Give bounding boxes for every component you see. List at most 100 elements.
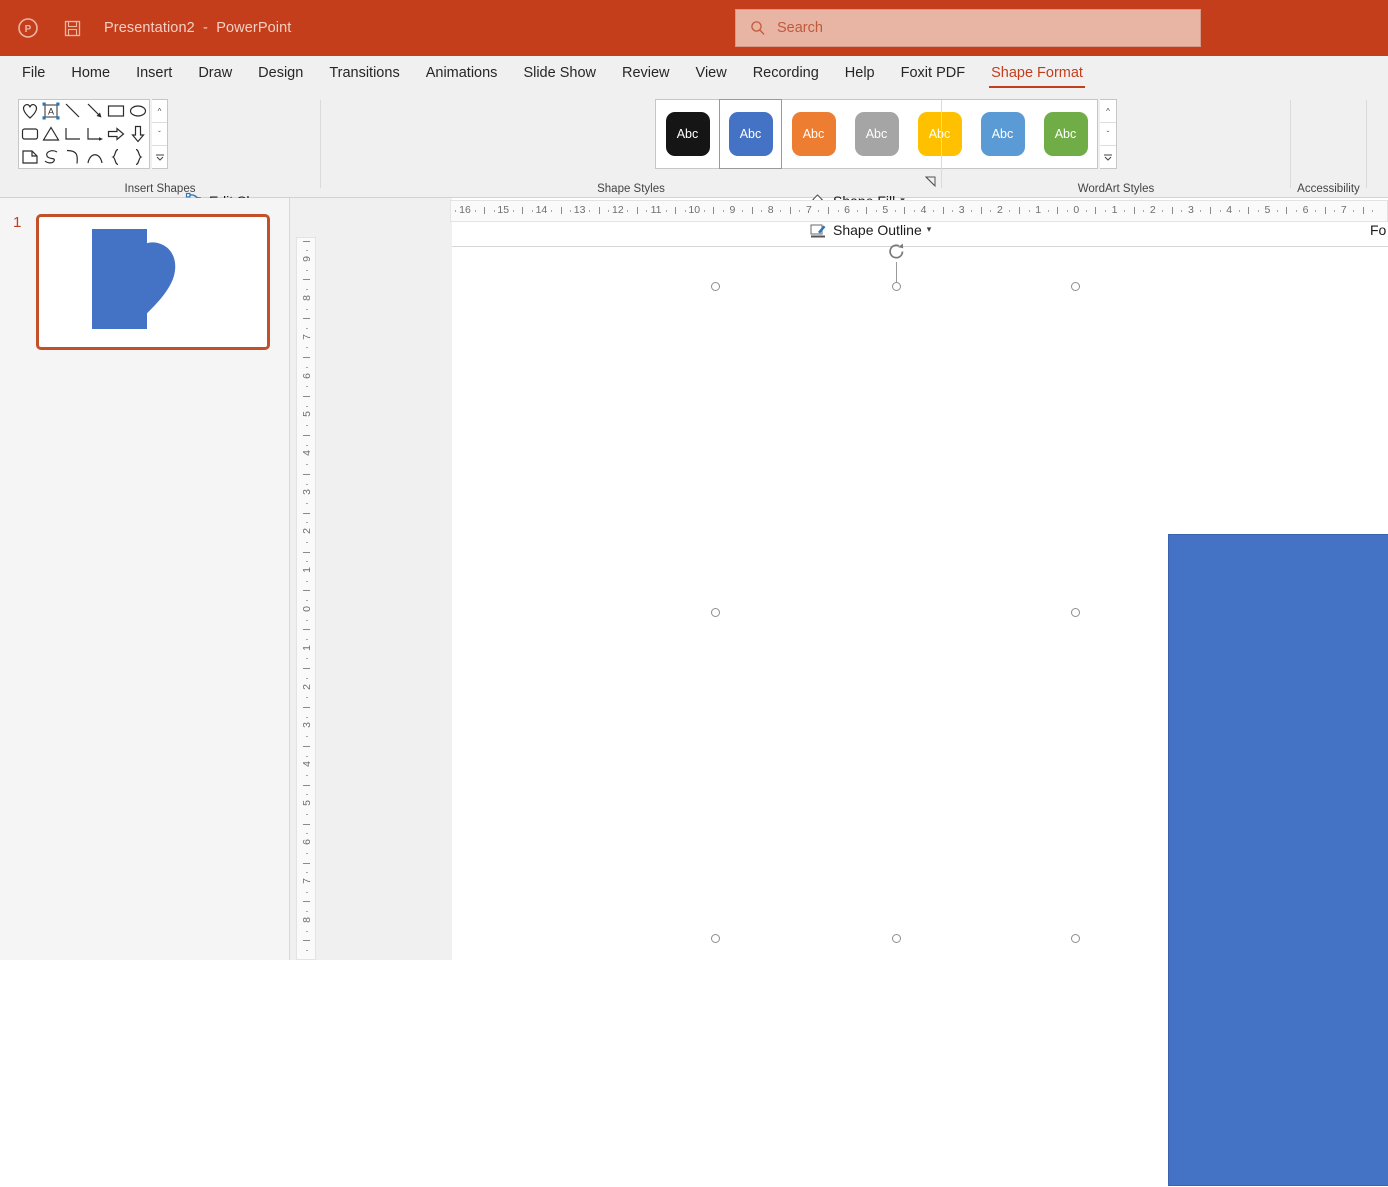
ruler-minor-mark xyxy=(1200,210,1202,212)
ruler-minor-mark xyxy=(589,210,591,212)
ruler-minor-mark xyxy=(875,210,877,212)
curve-shape-icon[interactable] xyxy=(63,147,84,167)
svg-text:A: A xyxy=(48,107,54,117)
down-arrow-shape-icon[interactable] xyxy=(128,124,149,144)
shape-outline-button[interactable]: Shape Outline ▾ xyxy=(808,220,931,239)
vruler-mark xyxy=(303,357,310,359)
elbow-connector-shape-icon[interactable] xyxy=(63,124,84,144)
vruler-mark xyxy=(303,901,310,903)
search-icon xyxy=(750,20,766,36)
selection-handle-middle-left[interactable] xyxy=(711,608,720,617)
elbow-arrow-connector-shape-icon[interactable] xyxy=(84,124,105,144)
search-placeholder: Search xyxy=(777,20,823,36)
ruler-mark xyxy=(1324,207,1326,214)
tab-transitions[interactable]: Transitions xyxy=(329,65,399,83)
insert-shapes-scrollbar[interactable]: ^ ˇ xyxy=(152,99,168,169)
horizontal-ruler[interactable]: 16 15 14 13 12 11 10 9 8 7 6 5 4 3 2 1 0 1 2 3 4 5 6 7 xyxy=(450,200,1388,222)
rectangle-shape[interactable] xyxy=(1168,534,1388,1186)
ruler-minor-mark xyxy=(608,210,610,212)
scribble-shape-icon[interactable] xyxy=(41,147,62,167)
ruler-minor-mark xyxy=(1009,210,1011,212)
tab-insert[interactable]: Insert xyxy=(136,65,172,83)
tab-help[interactable]: Help xyxy=(845,65,875,83)
ruler-tick-label: 5 xyxy=(1264,204,1271,216)
vruler-minor-mark xyxy=(306,522,308,524)
vertical-ruler[interactable]: 9 8 7 6 5 4 3 2 1 0 1 2 3 4 5 6 7 8 xyxy=(296,237,316,960)
shapes-scroll-up-button[interactable]: ^ xyxy=(152,100,167,123)
vruler-tick-label: 7 xyxy=(301,878,313,884)
shape-style-style-black[interactable]: Abc xyxy=(656,99,719,169)
vruler-tick-label: 4 xyxy=(301,761,313,768)
tab-recording[interactable]: Recording xyxy=(753,65,819,83)
tab-shape-format[interactable]: Shape Format xyxy=(989,65,1085,88)
right-brace-shape-icon[interactable] xyxy=(128,147,149,167)
vruler-mark xyxy=(303,862,310,864)
line-shape-icon[interactable] xyxy=(63,101,84,121)
selection-handle-bottom-center[interactable] xyxy=(892,934,901,943)
shape-style-swatch-label: Abc xyxy=(854,112,899,156)
slide-canvas[interactable] xyxy=(452,246,1388,1186)
right-arrow-shape-icon[interactable] xyxy=(106,124,127,144)
vruler-mark xyxy=(303,279,310,281)
shape-style-style-orange[interactable]: Abc xyxy=(782,99,845,169)
text-box-shape-icon[interactable]: A xyxy=(41,101,62,121)
insert-shapes-gallery[interactable]: A xyxy=(18,99,150,169)
vruler-mark xyxy=(303,590,310,592)
ruler-mark xyxy=(827,207,829,214)
selection-handle-top-right[interactable] xyxy=(1071,282,1080,291)
ruler-minor-mark xyxy=(856,210,858,212)
ruler-tick-label: 3 xyxy=(1188,204,1194,216)
tab-review[interactable]: Review xyxy=(622,65,670,83)
line-arrow-shape-icon[interactable] xyxy=(84,101,105,121)
triangle-shape-icon[interactable] xyxy=(41,124,62,144)
search-box[interactable]: Search xyxy=(735,9,1201,47)
slide-thumbnail-1[interactable] xyxy=(36,214,270,350)
vruler-minor-mark xyxy=(306,891,308,893)
vruler-minor-mark xyxy=(306,425,308,427)
vruler-minor-mark xyxy=(306,600,308,602)
oval-shape-icon[interactable] xyxy=(128,101,149,121)
rectangle-shape-icon[interactable] xyxy=(106,101,127,121)
tab-animations[interactable]: Animations xyxy=(426,65,498,83)
arc-shape-icon[interactable] xyxy=(84,147,105,167)
folded-corner-shape-icon[interactable] xyxy=(19,147,40,167)
vruler-mark xyxy=(303,473,310,475)
tab-file[interactable]: File xyxy=(22,65,45,83)
ruler-minor-mark xyxy=(1085,210,1087,212)
shapes-more-button[interactable] xyxy=(152,146,167,168)
rotation-handle-icon[interactable] xyxy=(886,241,907,262)
shapes-scroll-down-button[interactable]: ˇ xyxy=(152,123,167,146)
ruler-tick-label: 16 xyxy=(459,204,471,216)
shape-style-style-blue[interactable]: Abc xyxy=(719,99,782,169)
accessibility-group-label: Accessibility xyxy=(1297,183,1360,195)
heart-shape-icon[interactable] xyxy=(19,101,40,121)
ruler-tick-label: 7 xyxy=(1340,204,1347,216)
ruler-mark xyxy=(598,207,600,214)
tab-view[interactable]: View xyxy=(696,65,727,83)
save-floppy-icon[interactable] xyxy=(62,18,82,38)
ruler-tick-label: 6 xyxy=(844,204,850,216)
ruler-tick-label: 12 xyxy=(611,204,624,216)
vruler-minor-mark xyxy=(306,619,308,621)
vruler-mark xyxy=(303,551,310,553)
vruler-tick-label: 2 xyxy=(301,683,313,690)
ruler-tick-label: 2 xyxy=(996,204,1003,216)
selection-handle-middle-right[interactable] xyxy=(1071,608,1080,617)
tab-foxit-pdf[interactable]: Foxit PDF xyxy=(901,65,965,83)
ruler-minor-mark xyxy=(1143,210,1145,212)
selection-handle-bottom-left[interactable] xyxy=(711,934,720,943)
tab-slide-show[interactable]: Slide Show xyxy=(523,65,596,83)
selection-handle-top-left[interactable] xyxy=(711,282,720,291)
tab-design[interactable]: Design xyxy=(258,65,303,83)
ruler-tick-label: 1 xyxy=(1035,204,1042,216)
selection-handle-top-center[interactable] xyxy=(892,282,901,291)
shape-style-style-gray[interactable]: Abc xyxy=(845,99,908,169)
rounded-rectangle-shape-icon[interactable] xyxy=(19,124,40,144)
tab-home[interactable]: Home xyxy=(71,65,110,83)
left-brace-shape-icon[interactable] xyxy=(106,147,127,167)
vruler-minor-mark xyxy=(306,736,308,738)
selection-handle-bottom-right[interactable] xyxy=(1071,934,1080,943)
ruler-minor-mark xyxy=(531,210,533,212)
tab-draw[interactable]: Draw xyxy=(198,65,232,83)
vruler-minor-mark xyxy=(306,464,308,466)
